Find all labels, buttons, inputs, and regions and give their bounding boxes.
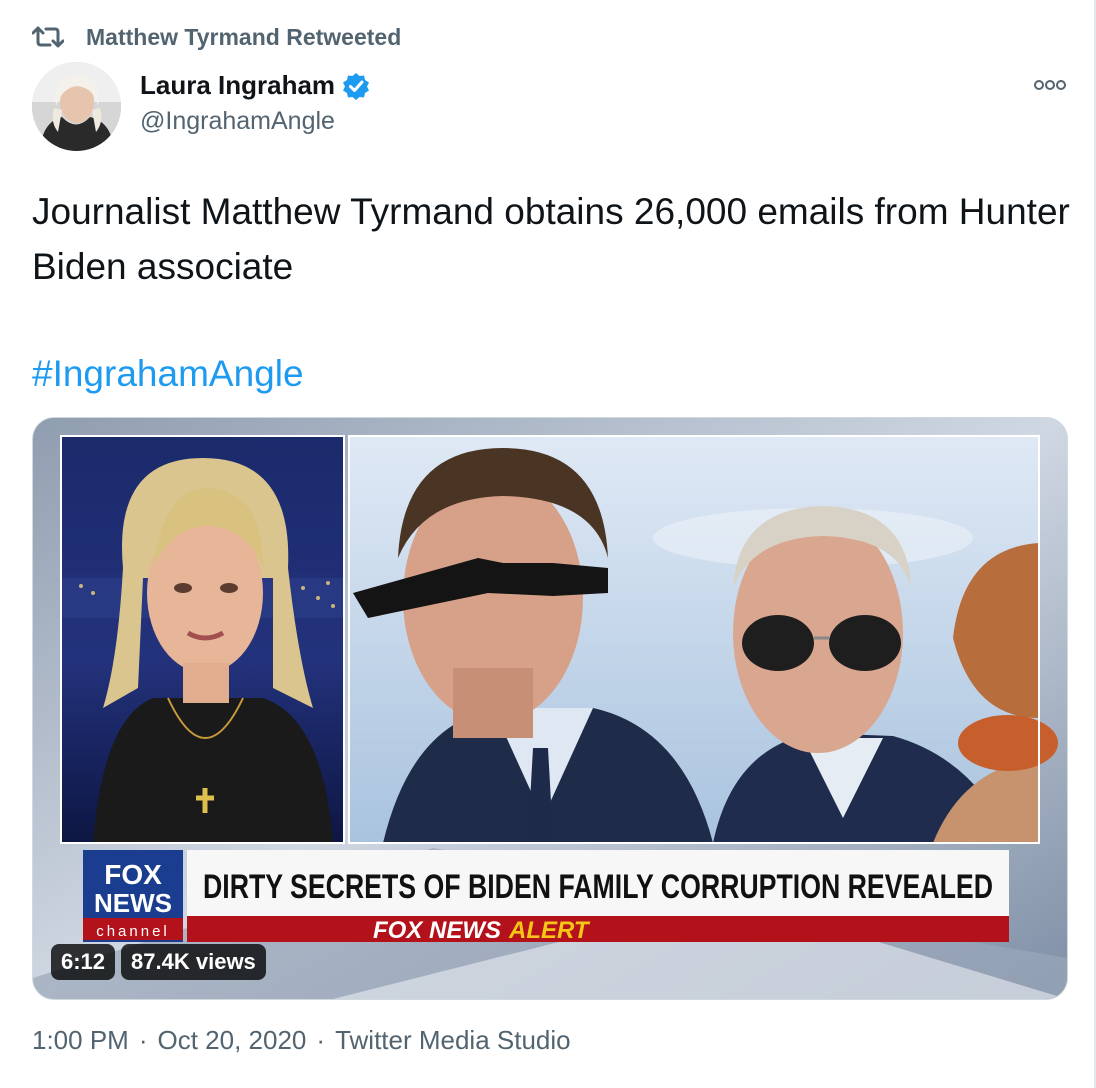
meta-separator: · (138, 1025, 148, 1055)
alert-bar (187, 916, 1009, 942)
retweet-label: Matthew Tyrmand Retweeted (86, 23, 402, 50)
verified-badge-icon (342, 72, 370, 100)
more-options-button[interactable] (1028, 70, 1072, 100)
video-frame: FOX NEWS channel DIRTY SECRETS OF BIDEN … (33, 418, 1067, 999)
logo-fox-text: FOX (104, 859, 162, 890)
tweet-meta: 1:00 PM · Oct 20, 2020 · Twitter Media S… (32, 1025, 571, 1056)
logo-news-text: NEWS (94, 888, 172, 918)
headline-text: DIRTY SECRETS OF BIDEN FAMILY CORRUPTION… (203, 868, 993, 906)
video-duration: 6:12 (51, 944, 116, 980)
author-name[interactable]: Laura Ingraham (140, 70, 335, 101)
tweet-time[interactable]: 1:00 PM (32, 1025, 129, 1056)
hashtag-link[interactable]: #IngrahamAngle (32, 346, 304, 401)
retweet-icon (32, 24, 66, 50)
tweet-text: Journalist Matthew Tyrmand obtains 26,00… (32, 191, 1070, 287)
meta-separator: · (316, 1025, 326, 1055)
author-handle[interactable]: @IngrahamAngle (140, 107, 370, 136)
alert-word-text: ALERT (508, 917, 591, 944)
avatar[interactable] (32, 62, 121, 151)
video-player[interactable]: FOX NEWS channel DIRTY SECRETS OF BIDEN … (32, 417, 1068, 1000)
video-views: 87.4K views (121, 944, 266, 980)
tweet-date[interactable]: Oct 20, 2020 (158, 1025, 307, 1056)
alert-brand-text: FOX NEWS (373, 917, 501, 944)
more-icon (1034, 80, 1066, 90)
logo-channel-text: channel (96, 923, 170, 940)
author-block[interactable]: Laura Ingraham @IngrahamAngle (140, 70, 370, 136)
tweet-source[interactable]: Twitter Media Studio (335, 1025, 571, 1056)
video-badges: 6:12 87.4K views (51, 944, 266, 980)
retweet-context[interactable]: Matthew Tyrmand Retweeted (32, 22, 401, 52)
